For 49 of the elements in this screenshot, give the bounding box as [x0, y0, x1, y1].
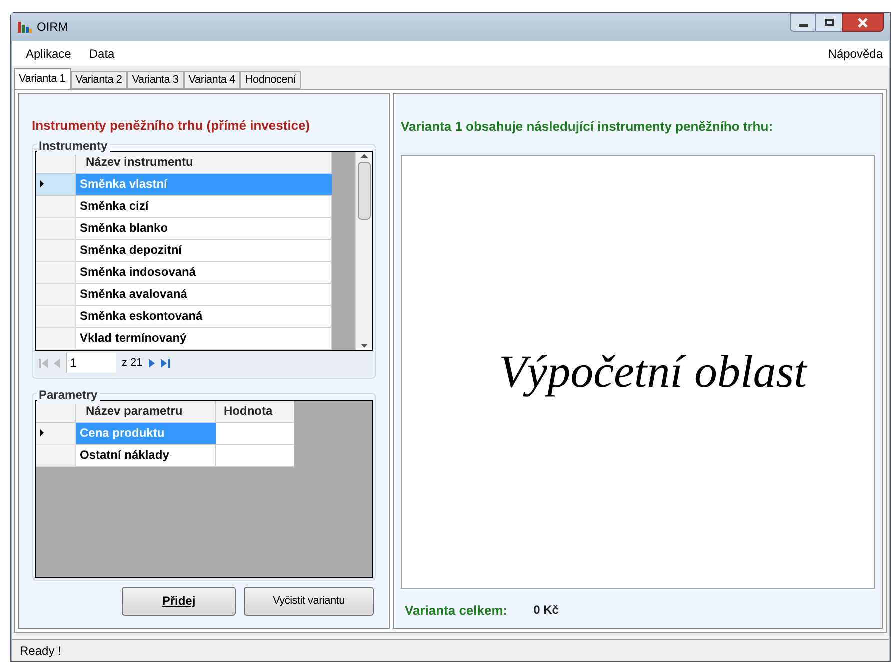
tab[interactable]: Varianta 2	[70, 71, 128, 89]
minimize-button[interactable]	[790, 13, 816, 32]
column-header: Název parametru	[76, 400, 216, 422]
panel-heading: Instrumenty peněžního trhu (přímé investice)	[32, 117, 312, 135]
position-field[interactable]: 1	[66, 353, 116, 373]
tab[interactable]: Varianta 4	[184, 71, 240, 89]
value-cell[interactable]	[216, 422, 294, 444]
column-header: Název instrumentu	[76, 152, 332, 174]
row-header[interactable]	[36, 422, 76, 444]
current-row-icon	[40, 429, 44, 437]
table-cell[interactable]: Ostatní náklady	[76, 444, 216, 466]
next-icon[interactable]	[148, 358, 155, 368]
table-cell[interactable]: Směnka eskontovaná	[76, 306, 332, 328]
scroll-thumb[interactable]	[358, 162, 370, 220]
maximize-button[interactable]	[816, 13, 842, 32]
panel-heading: Varianta 1 obsahuje následující instrumenty peněžního trhu:	[401, 118, 774, 136]
scroll-up-icon[interactable]	[360, 154, 368, 158]
total-value: 0 Kč	[534, 602, 559, 620]
table-cell[interactable]: Směnka depozitní	[76, 240, 332, 262]
tab[interactable]: Varianta 3	[127, 71, 184, 89]
page-count: z 21	[122, 356, 143, 371]
first-icon[interactable]	[39, 358, 48, 368]
close-icon	[858, 18, 868, 28]
menu-item[interactable]: Data	[81, 44, 123, 62]
action-button[interactable]: Vyčistit variantu	[244, 586, 374, 616]
action-button[interactable]: Přidej	[122, 586, 236, 616]
current-row-icon	[40, 180, 44, 188]
scrollbar[interactable]	[355, 152, 372, 350]
tab[interactable]: Varianta 1	[14, 68, 71, 89]
row-header[interactable]	[36, 174, 76, 196]
table-cell[interactable]: Směnka cizí	[76, 196, 332, 218]
table-cell[interactable]: Směnka avalovaná	[76, 284, 332, 306]
menu-item[interactable]: Nápověda	[828, 44, 883, 62]
last-icon[interactable]	[160, 358, 170, 368]
scroll-down-icon[interactable]	[360, 344, 368, 348]
column-header: Hodnota	[216, 400, 294, 422]
close-button[interactable]	[842, 13, 884, 32]
area-label: Výpočetní oblast	[498, 345, 807, 399]
table-cell[interactable]: Vklad termínovaný	[76, 328, 332, 350]
app-icon	[17, 20, 33, 34]
window-title: OIRM	[37, 19, 68, 36]
table-cell[interactable]: Směnka blanko	[76, 218, 332, 240]
table-cell[interactable]: Směnka indosovaná	[76, 262, 332, 284]
value-cell[interactable]	[216, 444, 294, 466]
status-bar: Ready !	[12, 639, 889, 661]
tab[interactable]: Hodnocení	[240, 71, 302, 89]
total-label: Varianta celkem:	[405, 602, 508, 620]
menu-item[interactable]: Aplikace	[18, 44, 80, 62]
previous-icon[interactable]	[54, 358, 60, 368]
